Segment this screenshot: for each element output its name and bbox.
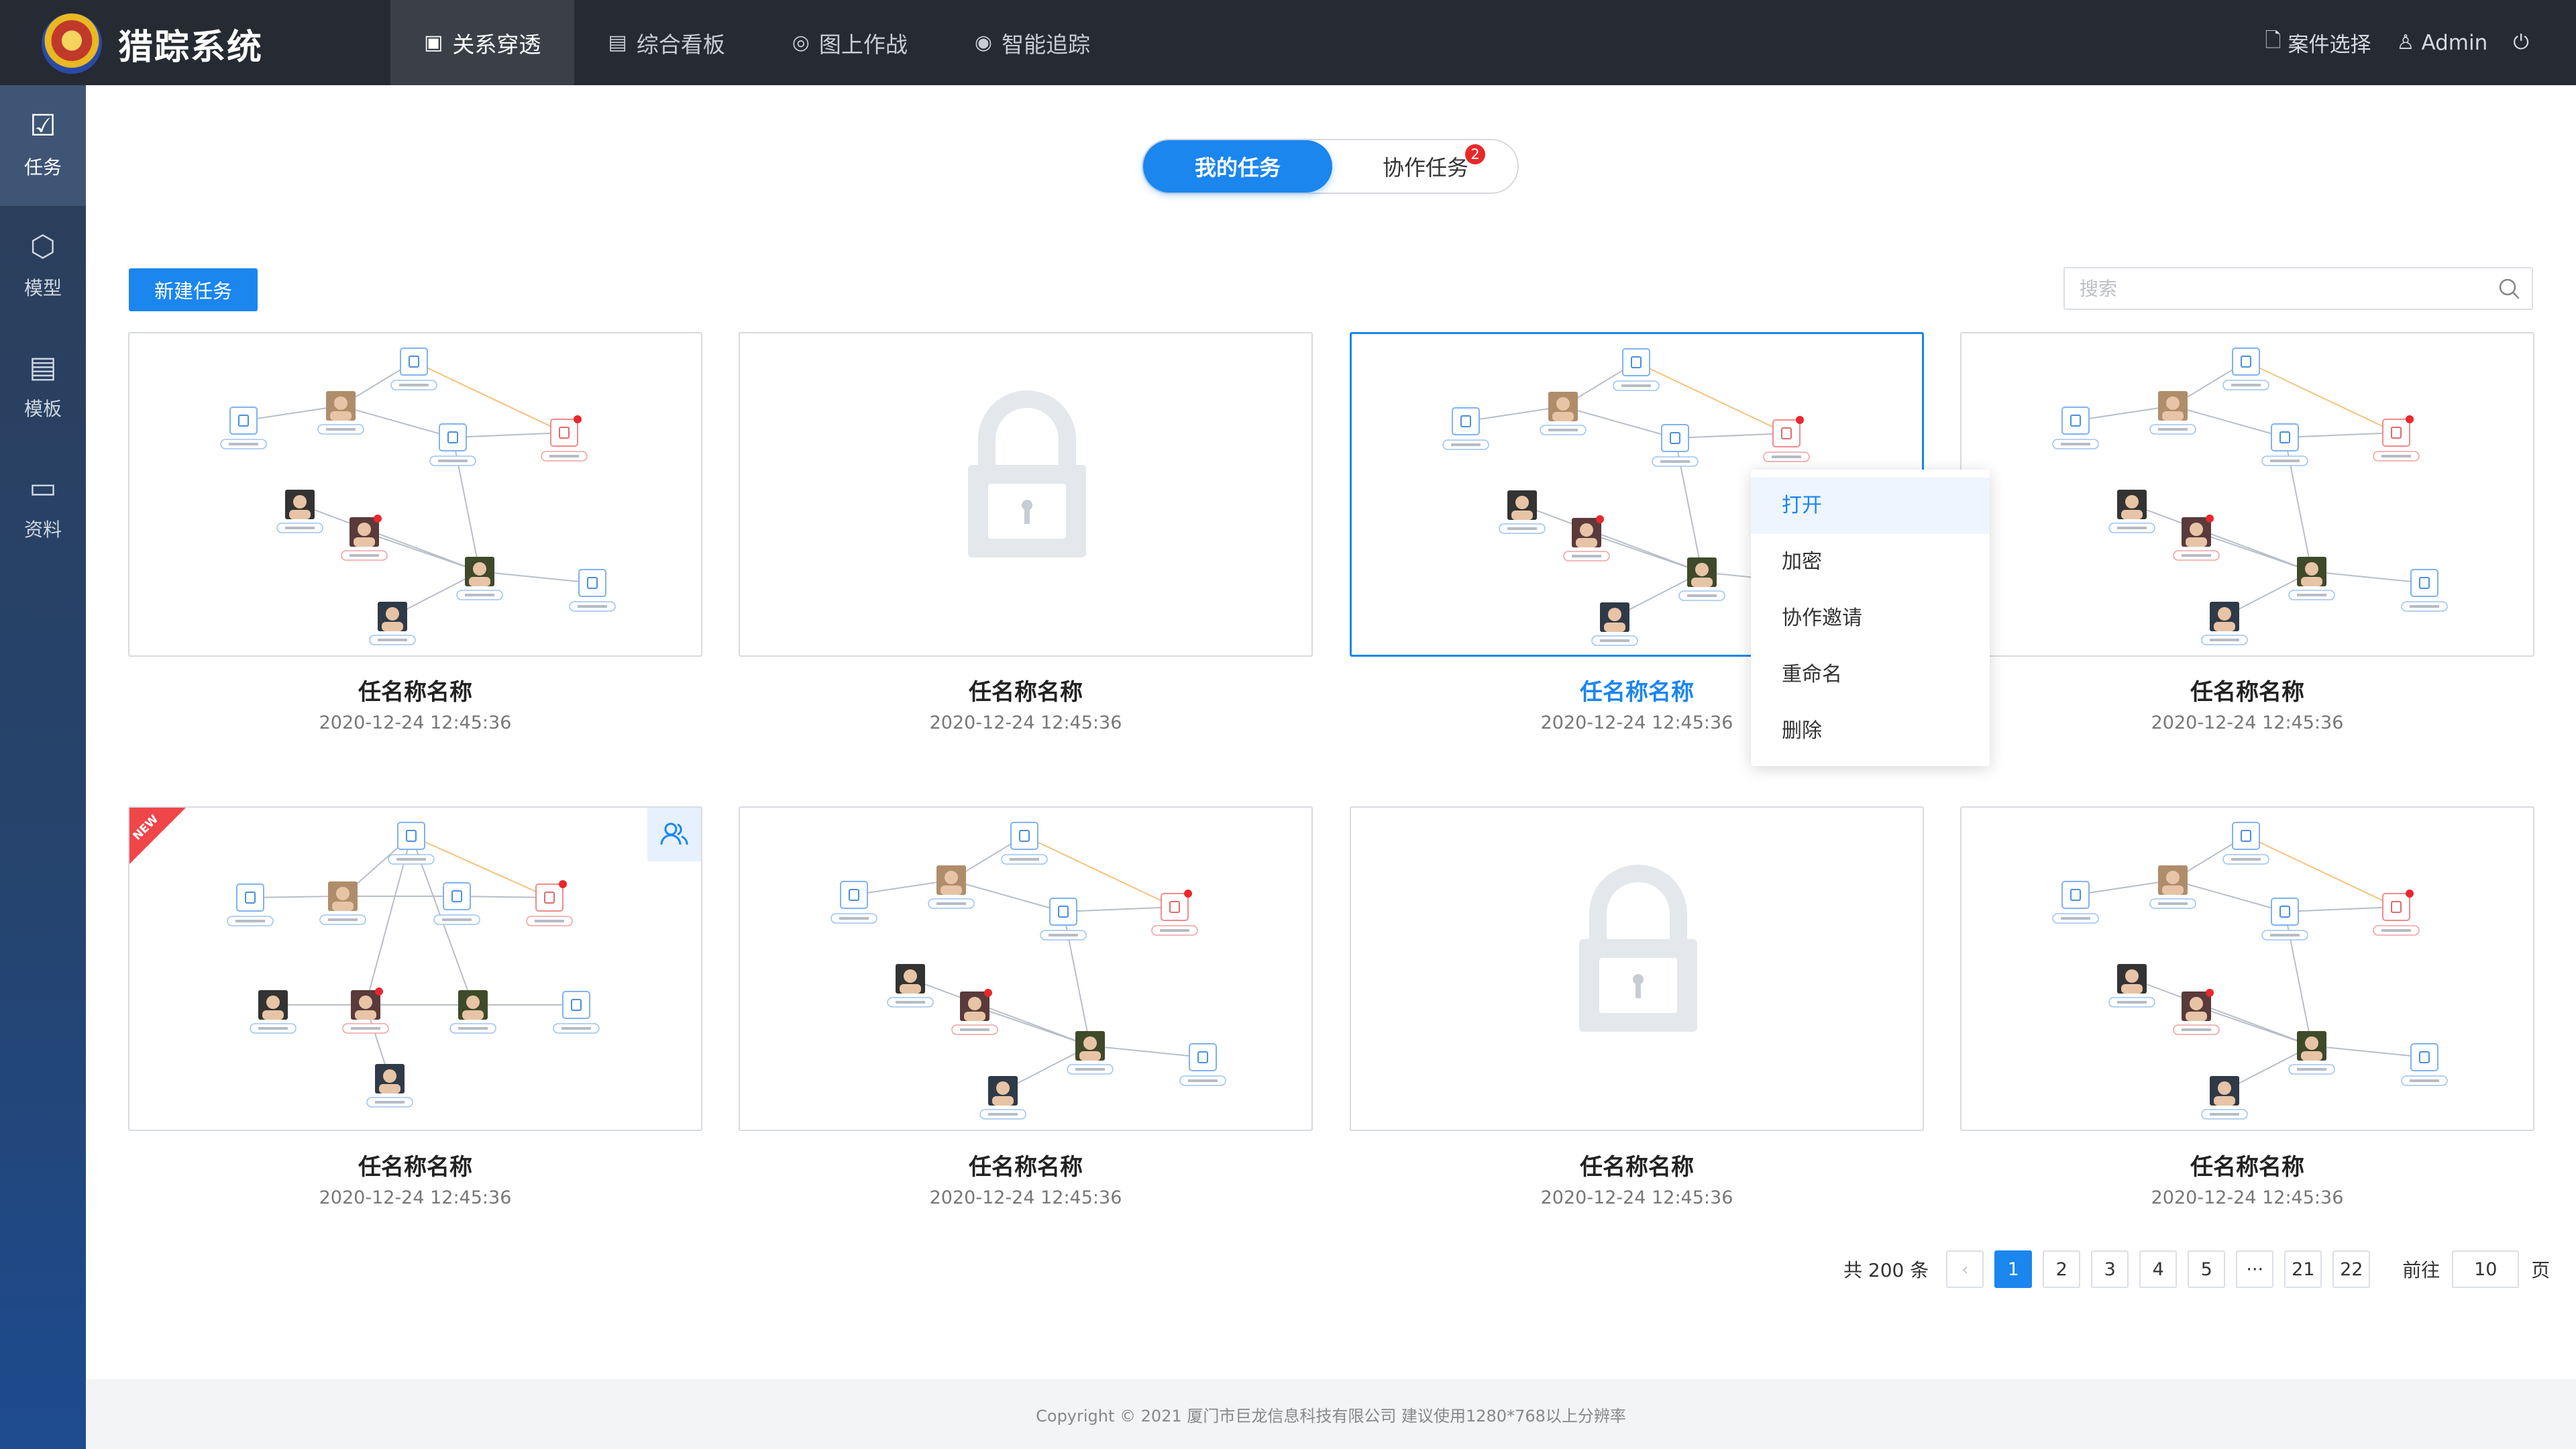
task-card-time: 2020-12-24 12:45:36 [929, 1187, 1122, 1208]
top-nav: ▣ 关系穿透 ▤ 综合看板 ◎ 图上作战 ◉ 智能追踪 [390, 0, 1124, 85]
nav-item-relation[interactable]: ▣ 关系穿透 [390, 0, 575, 85]
nav-item-map-battle[interactable]: ◎ 图上作战 [759, 0, 941, 85]
task-card-thumbnail[interactable]: NEW [128, 806, 702, 1131]
dashboard-icon: ▤ [608, 31, 627, 54]
task-card-thumbnail[interactable] [1350, 806, 1924, 1131]
chevron-left-icon: ‹ [1961, 1258, 1969, 1280]
sidebar-item-model[interactable]: ⬡ 模型 [0, 206, 86, 327]
sidebar-item-task[interactable]: ☑ 任务 [0, 85, 86, 206]
context-menu: 打开 加密 协作邀请 重命名 删除 [1751, 470, 1990, 766]
collaborators-icon[interactable] [647, 808, 701, 861]
task-card-thumbnail[interactable] [1960, 806, 2534, 1131]
power-button[interactable]: ⏻ [2513, 31, 2536, 54]
task-card-title[interactable]: 任名称名称 [128, 674, 702, 706]
pagination: 共 200 条 ‹ 1 2 3 4 5 ··· 21 22 前往 页 [1843, 1250, 2550, 1288]
relation-graph-preview [220, 347, 616, 645]
page-button[interactable]: 2 [2043, 1250, 2081, 1288]
menu-item-rename[interactable]: 重命名 [1751, 647, 1990, 703]
task-card-title[interactable]: 任名称名称 [128, 1148, 702, 1181]
sidebar-item-materials[interactable]: ▭ 资料 [0, 447, 86, 568]
user-icon: ♙ [2396, 31, 2415, 54]
case-select-button[interactable]: 🗋 案件选择 [2265, 25, 2371, 60]
page-button[interactable]: 22 [2332, 1250, 2371, 1288]
goto-label: 前往 [2402, 1259, 2440, 1281]
prev-page-button[interactable]: ‹ [1946, 1250, 1984, 1288]
top-bar: 猎踪系统 ▣ 关系穿透 ▤ 综合看板 ◎ 图上作战 ◉ 智能追踪 🗋 案件选择 … [0, 0, 2576, 85]
new-task-button[interactable]: 新建任务 [129, 268, 258, 311]
relation-graph-preview [2052, 822, 2448, 1120]
app-title: 猎踪系统 [118, 28, 264, 68]
task-card-title[interactable]: 任名称名称 [1960, 1148, 2534, 1181]
nav-item-tracking[interactable]: ◉ 智能追踪 [941, 0, 1124, 85]
page-button[interactable]: 5 [2188, 1250, 2226, 1288]
page-button[interactable]: 21 [2284, 1250, 2322, 1288]
police-emblem-logo [42, 13, 102, 74]
footer-copyright: Copyright © 2021 厦门市巨龙信息科技有限公司 建议使用1280*… [86, 1379, 2576, 1449]
page-ellipsis[interactable]: ··· [2236, 1250, 2274, 1288]
power-icon: ⏻ [2513, 31, 2529, 54]
task-card-thumbnail[interactable] [739, 806, 1313, 1131]
page-button[interactable]: 3 [2091, 1250, 2129, 1288]
template-doc-icon: ▤ [29, 350, 57, 384]
task-card-time: 2020-12-24 12:45:36 [2151, 1187, 2344, 1208]
task-tabs: 我的任务 协作任务 2 [1142, 139, 1519, 194]
file-icon: 🗋 [2265, 29, 2282, 52]
total-count: 共 200 条 [1843, 1259, 1929, 1281]
menu-item-encrypt[interactable]: 加密 [1751, 534, 1990, 590]
page-button[interactable]: 4 [2139, 1250, 2178, 1288]
search-input[interactable] [2065, 268, 2467, 309]
task-card-time: 2020-12-24 12:45:36 [319, 1187, 512, 1208]
relation-graph-preview [2052, 347, 2448, 645]
task-card-thumbnail[interactable] [128, 332, 702, 657]
sidebar: ☑ 任务 ⬡ 模型 ▤ 模板 ▭ 资料 [0, 85, 86, 1449]
task-card-thumbnail[interactable] [1960, 332, 2534, 657]
model-cube-icon: ⬡ [30, 229, 56, 264]
lock-icon [1579, 865, 1697, 1032]
tab-my-tasks[interactable]: 我的任务 [1143, 140, 1332, 193]
task-card-time: 2020-12-24 12:45:36 [929, 712, 1122, 733]
relation-graph-preview [227, 822, 600, 1108]
task-card-time: 2020-12-24 12:45:36 [319, 712, 512, 733]
menu-item-invite[interactable]: 协作邀请 [1751, 590, 1990, 647]
sidebar-item-template[interactable]: ▤ 模板 [0, 327, 86, 447]
tab-collab-tasks[interactable]: 协作任务 [1332, 140, 1519, 193]
search-box [2063, 267, 2533, 310]
goto-page-input[interactable] [2452, 1250, 2520, 1288]
task-card-title[interactable]: 任名称名称 [739, 1148, 1313, 1181]
page-button[interactable]: 1 [1994, 1250, 2033, 1288]
task-card-time: 2020-12-24 12:45:36 [2151, 712, 2344, 733]
relation-graph-preview [830, 822, 1226, 1120]
header-actions: 🗋 案件选择 ♙ Admin ⏻ [2239, 0, 2536, 85]
task-card-time: 2020-12-24 12:45:36 [1540, 1187, 1733, 1208]
user-menu[interactable]: ♙ Admin [2397, 31, 2488, 55]
task-card-title[interactable]: 任名称名称 [1960, 674, 2534, 706]
task-icon: ☑ [30, 109, 56, 143]
task-card-thumbnail[interactable] [739, 332, 1313, 657]
map-battle-icon: ◎ [792, 31, 810, 54]
page-suffix: 页 [2531, 1259, 2551, 1281]
search-icon[interactable] [2496, 275, 2522, 302]
menu-item-open[interactable]: 打开 [1751, 478, 1990, 534]
nav-item-dashboard[interactable]: ▤ 综合看板 [574, 0, 758, 85]
lock-icon [968, 390, 1086, 557]
tracking-icon: ◉ [974, 31, 993, 54]
menu-item-delete[interactable]: 删除 [1751, 703, 1990, 759]
task-card-title[interactable]: 任名称名称 [1350, 1148, 1924, 1181]
task-card-title[interactable]: 任名称名称 [739, 674, 1313, 706]
network-icon: ▣ [424, 31, 443, 54]
book-icon: ▭ [29, 471, 57, 505]
collab-count-badge: 2 [1465, 144, 1485, 164]
